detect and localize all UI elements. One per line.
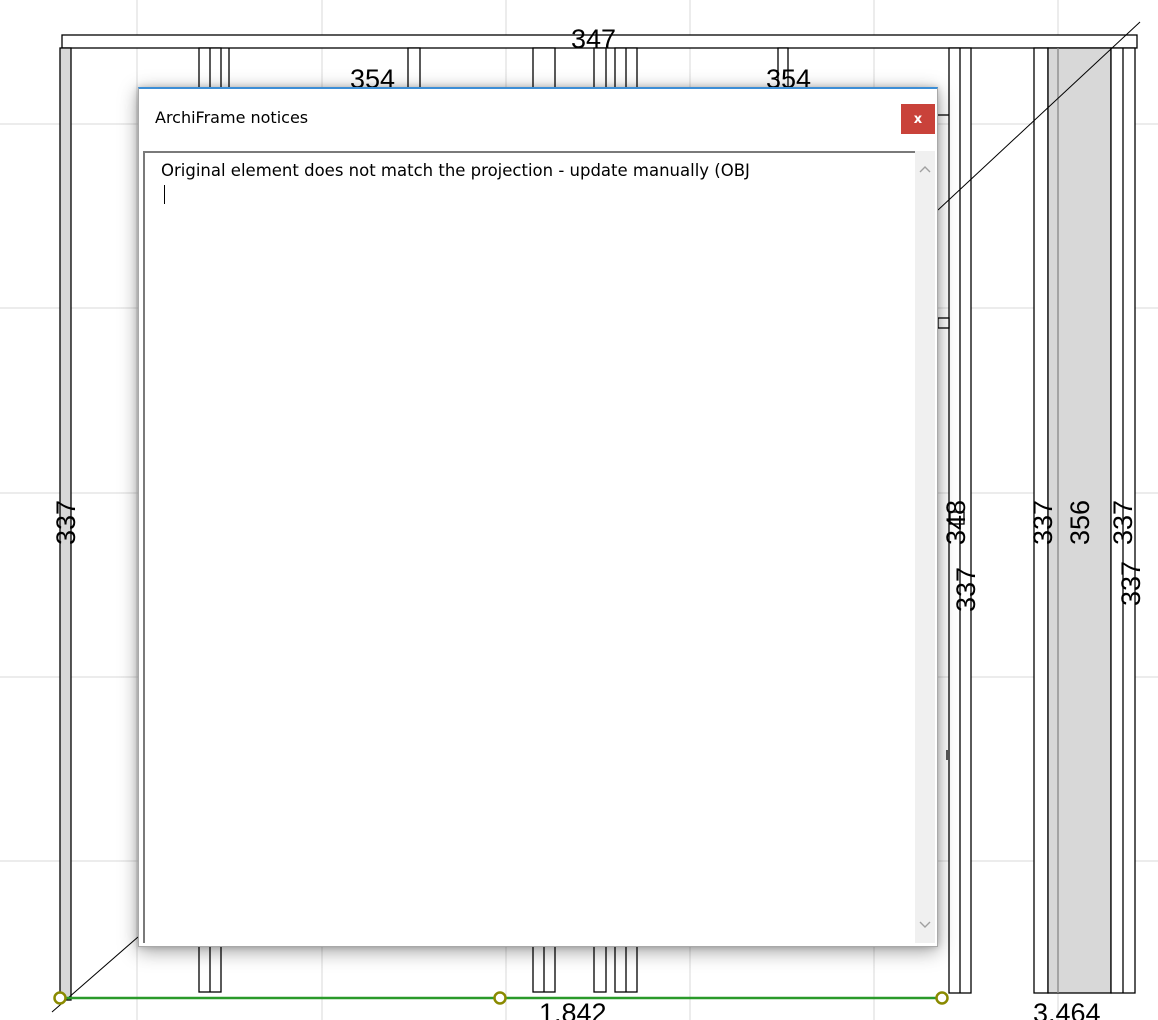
notices-textarea[interactable]: Original element does not match the proj… xyxy=(143,151,915,943)
dim-left-height: 337 xyxy=(51,500,81,545)
dialog-title: ArchiFrame notices xyxy=(155,108,309,127)
dim-top-total: 347 xyxy=(571,24,616,54)
stud xyxy=(532,47,556,91)
stud xyxy=(593,945,607,993)
dim-far-right-c: 337 xyxy=(1108,500,1138,545)
dim-bottom-right: 3,464 xyxy=(1033,998,1101,1020)
chevron-up-icon xyxy=(919,166,931,173)
notice-message: Original element does not match the proj… xyxy=(161,161,750,180)
stud xyxy=(407,47,421,91)
dim-right-a: 348 xyxy=(941,500,971,545)
vertical-scrollbar[interactable] xyxy=(915,151,935,943)
dim-far-right-a: 337 xyxy=(1028,500,1058,545)
scroll-up-button[interactable] xyxy=(915,159,935,179)
close-button[interactable]: x xyxy=(901,104,935,134)
stud xyxy=(593,47,607,91)
chevron-down-icon xyxy=(919,921,931,928)
selection-handle[interactable] xyxy=(493,991,507,1005)
selection[interactable] xyxy=(53,991,949,1005)
text-caret xyxy=(164,185,165,204)
selection-handle[interactable] xyxy=(53,991,67,1005)
studs-bottom xyxy=(198,945,638,993)
archiframe-notices-dialog: ArchiFrame notices x Original element do… xyxy=(138,87,938,947)
mark xyxy=(937,317,950,329)
scroll-down-button[interactable] xyxy=(915,915,935,935)
studs-top xyxy=(198,47,789,91)
dim-right-b: 337 xyxy=(951,567,981,612)
dim-bottom-mid: 1,842 xyxy=(539,998,607,1020)
close-icon: x xyxy=(913,111,923,127)
dialog-titlebar[interactable]: ArchiFrame notices x xyxy=(139,89,937,149)
dim-far-right-d: 337 xyxy=(1116,561,1146,606)
selection-handle[interactable] xyxy=(935,991,949,1005)
dim-far-right-b: 356 xyxy=(1065,500,1095,545)
